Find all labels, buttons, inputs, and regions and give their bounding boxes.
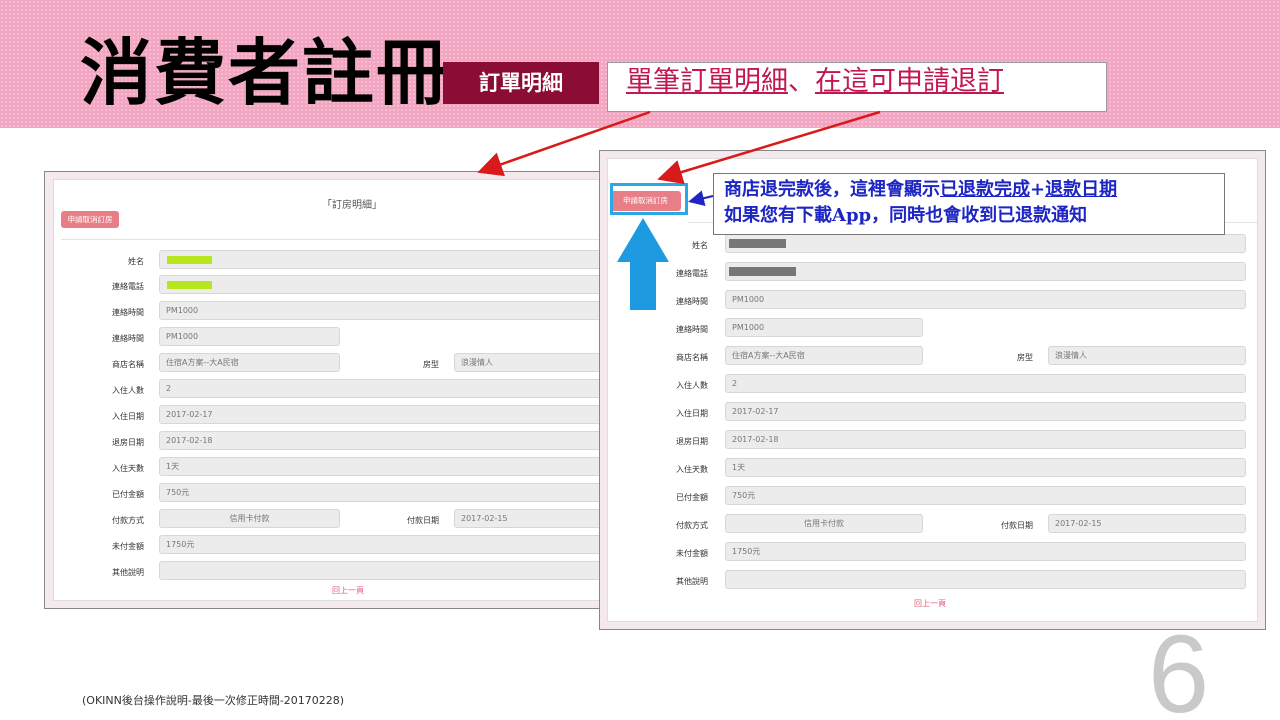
red-arrow-right (657, 110, 881, 185)
blue-up-arrow-icon (617, 218, 669, 310)
annotation-arrows (477, 110, 881, 310)
blue-pointer-arrow (688, 190, 714, 207)
red-arrow-left (477, 110, 651, 177)
page-number: 6 (1148, 613, 1210, 720)
footer-note: (OKINN後台操作說明-最後一次修正時間-20170228) (82, 694, 345, 707)
